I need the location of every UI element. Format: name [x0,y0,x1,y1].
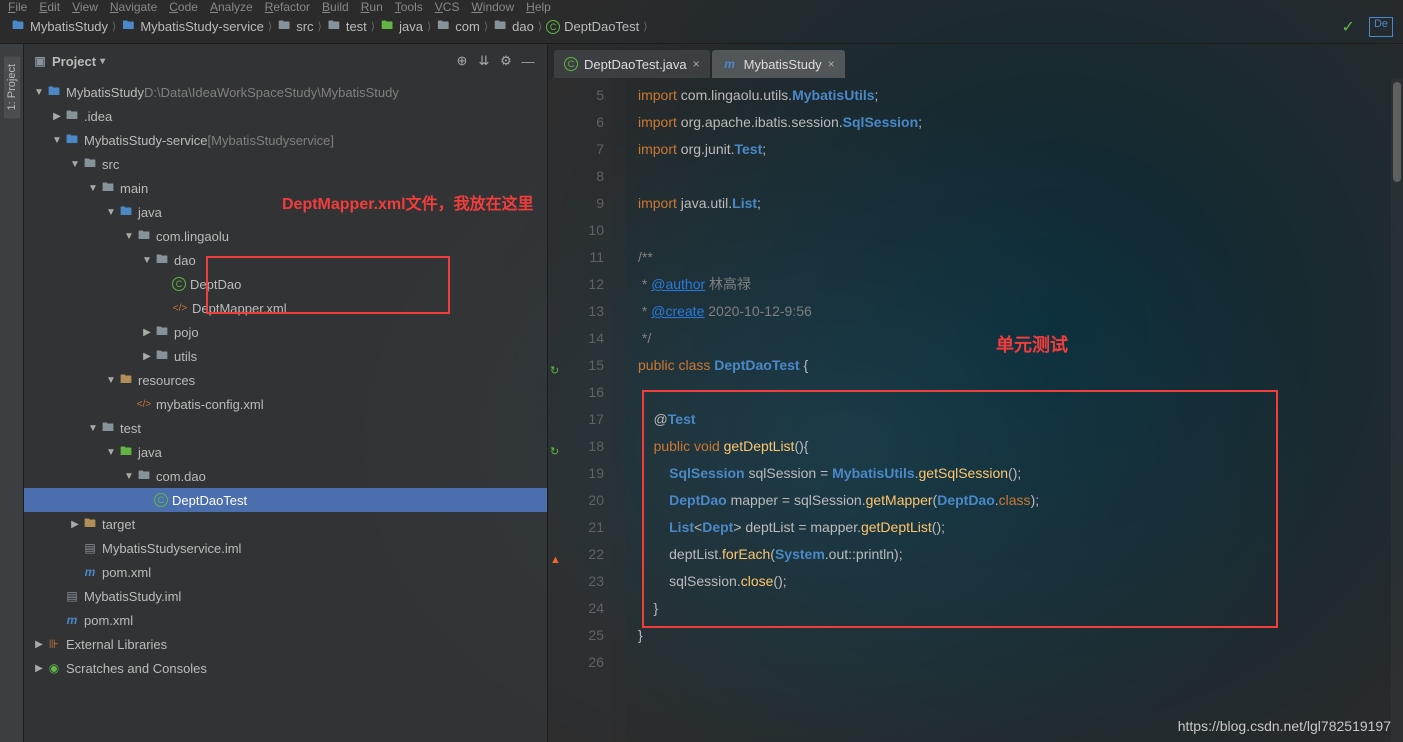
tree-node[interactable]: CDeptDao [24,272,547,296]
breadcrumb-item[interactable]: 🖿MybatisStudy [10,19,108,35]
watermark: https://blog.csdn.net/lgl782519197 [1178,718,1391,734]
code-editor[interactable]: 单元测试 import com.lingaolu.utils.MybatisUt… [626,78,1403,742]
line-gutter[interactable]: 56789101112131415↻161718↻19202122▲232425… [548,78,612,742]
menu-view[interactable]: View [72,0,98,10]
panel-tool-1[interactable]: ⇊ [473,50,495,72]
de-button[interactable]: De [1369,17,1393,37]
close-icon[interactable]: × [693,57,700,71]
panel-tool-3[interactable]: — [517,50,539,72]
fold-column[interactable] [612,78,626,742]
test-icon: C [546,20,560,34]
tree-node[interactable]: ▼🖿test [24,416,547,440]
project-tree[interactable]: DeptMapper.xml文件，我放在这里 ▼🖿MybatisStudy D:… [24,78,547,742]
breadcrumb-bar: 🖿MybatisStudy⟩🖿MybatisStudy-service⟩🖿src… [0,10,1403,44]
project-icon: ▣ [32,53,48,69]
folder-icon: 🖿 [10,19,26,35]
folder-icon: 🖿 [120,19,136,35]
breadcrumb-item[interactable]: 🖿test [326,19,367,35]
menu-build[interactable]: Build [322,0,349,10]
breadcrumb-item[interactable]: 🖿MybatisStudy-service [120,19,264,35]
tree-node[interactable]: ▼🖿java [24,440,547,464]
folder-icon: 🖿 [379,19,395,35]
breadcrumb-item[interactable]: CDeptDaoTest [546,19,639,34]
breadcrumb-item[interactable]: 🖿src [276,19,313,35]
tree-node[interactable]: CDeptDaoTest [24,488,547,512]
menu-file[interactable]: File [8,0,27,10]
menu-bar: File Edit View Navigate Code Analyze Refactor B… [0,0,1403,10]
tree-node[interactable]: ▼🖿java [24,200,547,224]
tree-node[interactable]: ▤MybatisStudy.iml [24,584,547,608]
menu-run[interactable]: Run [361,0,383,10]
tree-node[interactable]: ▶🖿utils [24,344,547,368]
tree-node[interactable]: </>mybatis-config.xml [24,392,547,416]
close-icon[interactable]: × [828,57,835,71]
tree-node[interactable]: ▤MybatisStudyservice.iml [24,536,547,560]
folder-icon: 🖿 [492,19,508,35]
tree-node[interactable]: ▼🖿MybatisStudy D:\Data\IdeaWorkSpaceStud… [24,80,547,104]
tree-node[interactable]: ▼🖿main [24,176,547,200]
project-tool-tab[interactable]: 1: Project [4,56,20,118]
editor-tabs: CDeptDaoTest.java×mMybatisStudy× [548,44,1403,78]
menu-navigate[interactable]: Navigate [110,0,157,10]
menu-help[interactable]: Help [526,0,551,10]
panel-tool-0[interactable]: ⊕ [451,50,473,72]
tree-node[interactable]: ▼🖿src [24,152,547,176]
editor-tab[interactable]: mMybatisStudy× [712,50,845,78]
folder-icon: 🖿 [326,19,342,35]
tree-node[interactable]: ▼🖿dao [24,248,547,272]
tree-node[interactable]: ▼🖿MybatisStudy-service [MybatisStudyserv… [24,128,547,152]
tree-node[interactable]: </>DeptMapper.xml [24,296,547,320]
folder-icon: 🖿 [435,19,451,35]
menu-code[interactable]: Code [169,0,198,10]
menu-refactor[interactable]: Refactor [265,0,310,10]
menu-tools[interactable]: Tools [395,0,423,10]
editor-area: CDeptDaoTest.java×mMybatisStudy× 5678910… [548,44,1403,742]
tree-node[interactable]: ▼🖿resources [24,368,547,392]
breadcrumb-item[interactable]: 🖿java [379,19,423,35]
vertical-scrollbar[interactable] [1391,78,1403,742]
menu-edit[interactable]: Edit [39,0,60,10]
tree-node[interactable]: ▼🖿com.dao [24,464,547,488]
folder-icon: 🖿 [276,19,292,35]
editor-tab[interactable]: CDeptDaoTest.java× [554,50,710,78]
breadcrumb-item[interactable]: 🖿dao [492,19,534,35]
tree-node[interactable]: ▶⊪External Libraries [24,632,547,656]
tree-node[interactable]: mpom.xml [24,560,547,584]
check-icon[interactable]: ✓ [1342,17,1355,37]
tree-node[interactable]: ▼🖿com.lingaolu [24,224,547,248]
panel-title-text: Project [52,54,96,69]
tree-node[interactable]: ▶🖿target [24,512,547,536]
menu-window[interactable]: Window [471,0,514,10]
project-panel: ▣ Project ▾ ⊕⇊⚙— DeptMapper.xml文件，我放在这里 … [24,44,548,742]
panel-tool-2[interactable]: ⚙ [495,50,517,72]
panel-title[interactable]: ▣ Project ▾ [32,53,105,69]
tool-window-strip: 1: Project [0,44,24,742]
tree-node[interactable]: ▶◉Scratches and Consoles [24,656,547,680]
menu-vcs[interactable]: VCS [435,0,460,10]
dropdown-icon: ▾ [100,56,105,67]
tree-node[interactable]: mpom.xml [24,608,547,632]
breadcrumb-item[interactable]: 🖿com [435,19,480,35]
tree-node[interactable]: ▶🖿.idea [24,104,547,128]
tree-node[interactable]: ▶🖿pojo [24,320,547,344]
menu-analyze[interactable]: Analyze [210,0,253,10]
